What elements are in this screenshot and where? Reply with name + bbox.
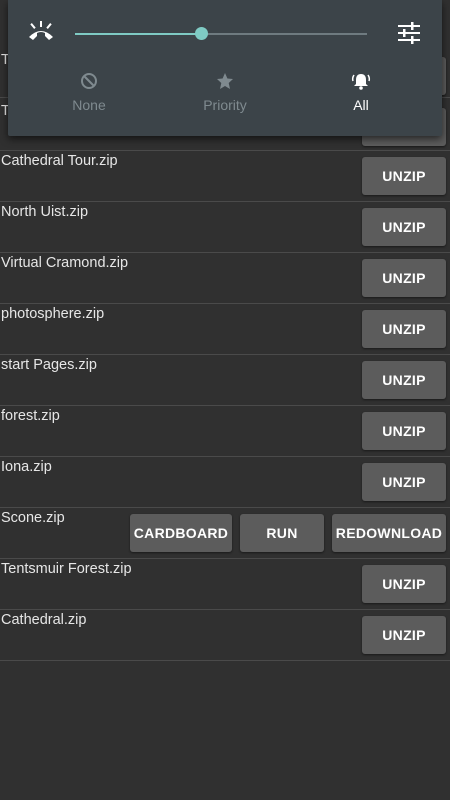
list-item: Cathedral.zip UNZIP (0, 610, 450, 661)
ringer-icon[interactable] (27, 21, 55, 43)
unzip-button[interactable]: UNZIP (362, 310, 446, 348)
volume-panel: None Priority All (8, 0, 442, 136)
cardboard-button[interactable]: CARDBOARD (130, 514, 232, 552)
list-item: photosphere.zip UNZIP (0, 304, 450, 355)
star-icon (217, 73, 233, 89)
mode-all-label: All (353, 97, 369, 113)
unzip-button[interactable]: UNZIP (362, 157, 446, 195)
file-name: Cathedral.zip (1, 612, 87, 628)
block-icon (81, 73, 97, 89)
file-name: forest.zip (1, 408, 60, 424)
unzip-button[interactable]: UNZIP (362, 259, 446, 297)
redownload-button[interactable]: REDOWNLOAD (332, 514, 446, 552)
unzip-button[interactable]: UNZIP (362, 565, 446, 603)
mode-priority-label: Priority (203, 97, 247, 113)
unzip-button[interactable]: UNZIP (362, 412, 446, 450)
list-item: Virtual Cramond.zip UNZIP (0, 253, 450, 304)
list-item: start Pages.zip UNZIP (0, 355, 450, 406)
file-name: North Uist.zip (1, 204, 89, 220)
volume-slider-fill (75, 33, 201, 35)
list-item: forest.zip UNZIP (0, 406, 450, 457)
file-name: Cathedral Tour.zip (1, 153, 118, 169)
list-item: Cathedral Tour.zip UNZIP (0, 151, 450, 202)
volume-slider-thumb[interactable] (195, 27, 208, 40)
list-item: North Uist.zip UNZIP (0, 202, 450, 253)
file-name: photosphere.zip (1, 306, 105, 322)
list-item: Tentsmuir Forest.zip UNZIP (0, 559, 450, 610)
unzip-button[interactable]: UNZIP (362, 361, 446, 399)
settings-sliders-icon[interactable] (397, 22, 421, 44)
file-name: Scone.zip (1, 510, 65, 526)
unzip-button[interactable]: UNZIP (362, 463, 446, 501)
list-item: Scone.zip CARDBOARD RUN REDOWNLOAD (0, 508, 450, 559)
volume-slider[interactable] (75, 27, 367, 40)
file-name: start Pages.zip (1, 357, 97, 373)
list-item: Iona.zip UNZIP (0, 457, 450, 508)
unzip-button[interactable]: UNZIP (362, 208, 446, 246)
unzip-button[interactable]: UNZIP (362, 616, 446, 654)
run-button[interactable]: RUN (240, 514, 324, 552)
bell-icon (351, 74, 371, 90)
mode-priority[interactable]: Priority (175, 72, 275, 113)
mode-none-label: None (72, 97, 106, 113)
file-name: Iona.zip (1, 459, 52, 475)
mode-none[interactable]: None (39, 72, 139, 113)
file-name: Virtual Cramond.zip (1, 255, 129, 271)
mode-all[interactable]: All (311, 72, 411, 113)
file-name: Tentsmuir Forest.zip (1, 561, 132, 577)
